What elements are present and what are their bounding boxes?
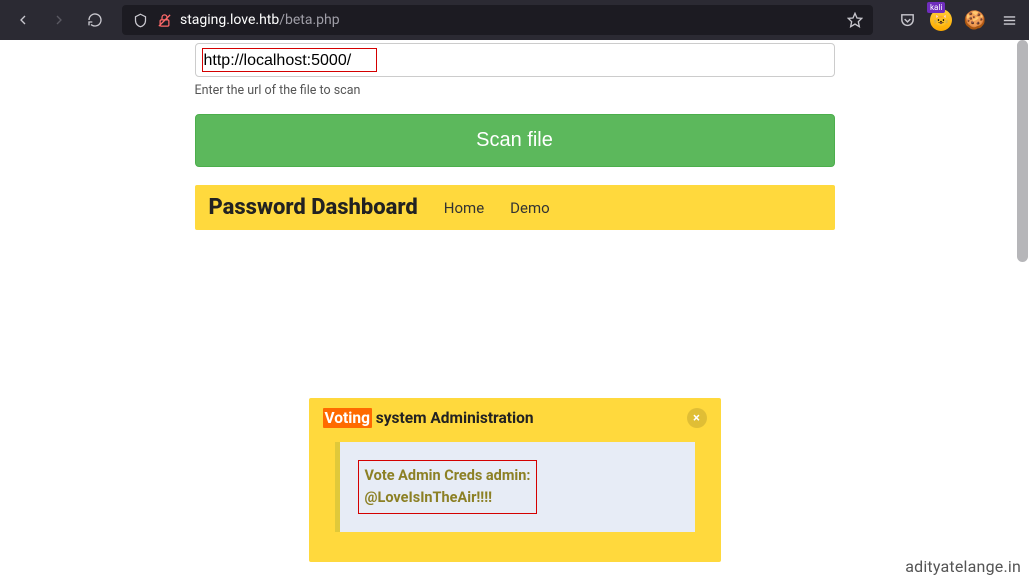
- admin-panel-title: Voting system Administration: [323, 409, 534, 427]
- forward-button[interactable]: [44, 5, 74, 35]
- scan-url-input[interactable]: [204, 52, 826, 70]
- bookmark-star-icon[interactable]: [847, 12, 863, 28]
- scan-file-button[interactable]: Scan file: [195, 114, 835, 167]
- credentials-line2: @LoveIsInTheAir!!!!: [365, 487, 531, 509]
- page-viewport: Enter the url of the file to scan Scan f…: [0, 40, 1029, 580]
- dashboard-link-home[interactable]: Home: [444, 199, 484, 217]
- shield-icon[interactable]: [132, 12, 148, 28]
- toolbar-right-icons: 😺 🍪: [885, 8, 1021, 32]
- admin-panel: Voting system Administration × Vote Admi…: [309, 398, 721, 562]
- scan-url-input-wrap: [195, 43, 835, 77]
- search-highlight: Voting: [323, 408, 372, 428]
- hamburger-menu-icon[interactable]: [997, 8, 1021, 32]
- cookie-extension-icon[interactable]: 🍪: [963, 8, 987, 32]
- watermark-text: adityatelange.in: [905, 557, 1021, 576]
- dashboard-navbar: Password Dashboard Home Demo: [195, 185, 835, 230]
- url-text: staging.love.htb/beta.php: [180, 12, 839, 28]
- dashboard-title: Password Dashboard: [209, 195, 418, 220]
- reload-button[interactable]: [80, 5, 110, 35]
- pocket-icon[interactable]: [895, 8, 919, 32]
- insecure-lock-icon[interactable]: [156, 12, 172, 28]
- helper-text: Enter the url of the file to scan: [195, 83, 835, 98]
- scrollbar-thumb[interactable]: [1017, 40, 1028, 262]
- url-bar[interactable]: staging.love.htb/beta.php: [122, 5, 873, 35]
- back-button[interactable]: [8, 5, 38, 35]
- credentials-line1: Vote Admin Creds admin:: [365, 465, 531, 487]
- kali-extension-icon[interactable]: 😺: [929, 8, 953, 32]
- admin-close-button[interactable]: ×: [687, 408, 707, 428]
- annotation-highlight: Vote Admin Creds admin: @LoveIsInTheAir!…: [358, 460, 538, 514]
- browser-toolbar: staging.love.htb/beta.php 😺 🍪: [0, 0, 1029, 40]
- dashboard-link-demo[interactable]: Demo: [510, 199, 550, 217]
- credentials-callout: Vote Admin Creds admin: @LoveIsInTheAir!…: [335, 442, 695, 532]
